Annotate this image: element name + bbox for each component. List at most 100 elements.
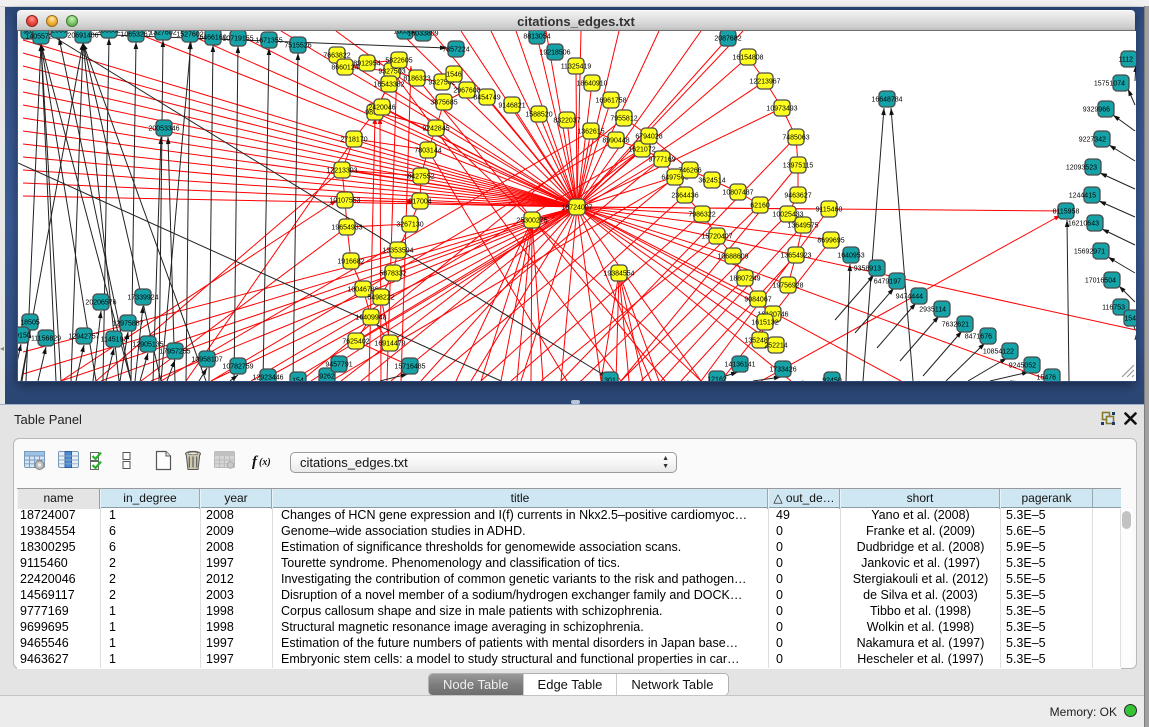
svg-text:1621072: 1621072 bbox=[628, 146, 655, 153]
svg-text:62160: 62160 bbox=[750, 202, 770, 209]
svg-text:13654923: 13654923 bbox=[780, 252, 811, 259]
svg-text:2935114: 2935114 bbox=[919, 306, 946, 313]
svg-text:12213967: 12213967 bbox=[749, 78, 780, 85]
svg-text:7632621: 7632621 bbox=[942, 321, 969, 328]
svg-text:9146821: 9146821 bbox=[498, 102, 525, 109]
svg-text:2069: 2069 bbox=[51, 31, 67, 34]
svg-text:12905135: 12905135 bbox=[132, 341, 163, 348]
svg-text:8912954: 8912954 bbox=[353, 60, 380, 67]
svg-text:9084067: 9084067 bbox=[744, 296, 771, 303]
svg-text:9777169: 9777169 bbox=[648, 156, 675, 163]
svg-text:16033809: 16033809 bbox=[407, 31, 438, 37]
svg-text:1588520: 1588520 bbox=[525, 111, 552, 118]
svg-text:16961758: 16961758 bbox=[595, 97, 626, 104]
svg-text:2087682: 2087682 bbox=[714, 35, 741, 42]
svg-text:1112: 1112 bbox=[1118, 56, 1133, 63]
svg-text:39150: 39150 bbox=[18, 332, 31, 339]
svg-text:18724007: 18724007 bbox=[561, 204, 592, 211]
svg-text:817004: 817004 bbox=[408, 198, 431, 205]
svg-text:1145193: 1145193 bbox=[101, 336, 128, 343]
svg-text:7485063: 7485063 bbox=[782, 134, 809, 141]
svg-text:8813054: 8813054 bbox=[523, 33, 550, 40]
svg-text:2364436: 2364436 bbox=[671, 192, 698, 199]
svg-text:13353594: 13353594 bbox=[382, 247, 413, 254]
svg-text:7803144: 7803144 bbox=[414, 147, 441, 154]
svg-text:9358913: 9358913 bbox=[854, 265, 881, 272]
svg-text:8454749: 8454749 bbox=[473, 94, 500, 101]
svg-text:15720407: 15720407 bbox=[701, 233, 732, 240]
svg-text:1733426: 1733426 bbox=[769, 366, 796, 373]
svg-text:10782759: 10782759 bbox=[222, 363, 253, 370]
svg-text:9242845: 9242845 bbox=[422, 125, 449, 132]
svg-text:16210643: 16210643 bbox=[1068, 220, 1099, 227]
svg-text:f: f bbox=[252, 454, 259, 470]
svg-text:19384554: 19384554 bbox=[603, 270, 634, 277]
svg-text:9245052: 9245052 bbox=[1009, 362, 1036, 369]
svg-text:13975115: 13975115 bbox=[783, 162, 814, 169]
svg-text:15476: 15476 bbox=[1037, 374, 1057, 381]
svg-text:6794028: 6794028 bbox=[635, 133, 662, 140]
svg-text:10653267: 10653267 bbox=[120, 31, 151, 38]
svg-text:1615132: 1615132 bbox=[751, 319, 778, 326]
svg-text:8322037: 8322037 bbox=[553, 117, 580, 124]
svg-text:7955812: 7955812 bbox=[610, 115, 637, 122]
svg-text:2967608: 2967608 bbox=[453, 87, 480, 94]
svg-text:8699695: 8699695 bbox=[817, 237, 844, 244]
svg-text:9457791: 9457791 bbox=[325, 361, 352, 368]
svg-text:3267130: 3267130 bbox=[396, 221, 423, 228]
svg-text:17957255: 17957255 bbox=[159, 348, 190, 355]
svg-text:6479197: 6479197 bbox=[874, 278, 901, 285]
svg-text:11325419: 11325419 bbox=[561, 63, 592, 70]
svg-text:10688609: 10688609 bbox=[717, 253, 748, 260]
svg-text:7857224: 7857224 bbox=[442, 46, 469, 53]
svg-text:9327503: 9327503 bbox=[378, 68, 405, 75]
svg-text:20206576: 20206576 bbox=[85, 299, 116, 306]
svg-text:18505: 18505 bbox=[20, 319, 40, 326]
svg-text:25300275: 25300275 bbox=[516, 217, 547, 224]
svg-text:19218506: 19218506 bbox=[539, 49, 570, 56]
svg-text:7663822: 7663822 bbox=[323, 52, 350, 59]
svg-text:15692971: 15692971 bbox=[1074, 248, 1105, 255]
svg-text:7986322: 7986322 bbox=[688, 211, 715, 218]
svg-text:12975887: 12975887 bbox=[112, 320, 143, 327]
svg-text:8427552: 8427552 bbox=[407, 173, 434, 180]
svg-text:10958107: 10958107 bbox=[191, 356, 222, 363]
svg-text:13649575: 13649575 bbox=[787, 222, 818, 229]
svg-text:1244415: 1244415 bbox=[1069, 192, 1096, 199]
svg-text:14136141: 14136141 bbox=[724, 361, 755, 368]
svg-text:746266: 746266 bbox=[678, 167, 701, 174]
svg-text:8471676: 8471676 bbox=[965, 333, 992, 340]
svg-text:12942757: 12942757 bbox=[68, 333, 99, 340]
svg-text:18807249: 18807249 bbox=[729, 275, 760, 282]
svg-text:17016504: 17016504 bbox=[1085, 277, 1116, 284]
svg-text:20691406: 20691406 bbox=[67, 32, 98, 39]
svg-text:16914479: 16914479 bbox=[374, 340, 405, 347]
svg-text:15751074: 15751074 bbox=[1094, 80, 1125, 87]
svg-text:10854122: 10854122 bbox=[983, 348, 1014, 355]
svg-text:12213303: 12213303 bbox=[326, 167, 357, 174]
svg-text:9262: 9262 bbox=[319, 373, 335, 380]
svg-text:154: 154 bbox=[292, 377, 304, 381]
svg-text:19654933: 19654933 bbox=[331, 224, 362, 231]
svg-text:16543382: 16543382 bbox=[373, 81, 404, 88]
svg-text:9329966: 9329966 bbox=[1083, 106, 1110, 113]
svg-text:16154808: 16154808 bbox=[732, 54, 763, 61]
svg-text:1671355: 1671355 bbox=[255, 37, 282, 44]
svg-text:116753: 116753 bbox=[1102, 304, 1125, 311]
svg-text:2420046: 2420046 bbox=[368, 104, 395, 111]
svg-text:7515526: 7515526 bbox=[284, 42, 311, 49]
svg-text:10807487: 10807487 bbox=[722, 189, 753, 196]
svg-text:5498222: 5498222 bbox=[367, 294, 394, 301]
svg-text:8186323: 8186323 bbox=[403, 75, 430, 82]
svg-text:11156829: 11156829 bbox=[31, 335, 61, 342]
svg-text:9227342: 9227342 bbox=[1079, 136, 1106, 143]
svg-text:1327602: 1327602 bbox=[149, 31, 176, 36]
svg-text:19756928: 19756928 bbox=[772, 282, 803, 289]
svg-text:10107553: 10107553 bbox=[329, 197, 360, 204]
svg-text:8115958: 8115958 bbox=[1053, 208, 1080, 215]
svg-text:(x): (x) bbox=[259, 457, 271, 468]
svg-text:3875685: 3875685 bbox=[430, 99, 457, 106]
svg-text:10719155: 10719155 bbox=[222, 35, 253, 42]
svg-text:3624514: 3624514 bbox=[698, 177, 725, 184]
svg-text:8990448: 8990448 bbox=[602, 137, 629, 144]
